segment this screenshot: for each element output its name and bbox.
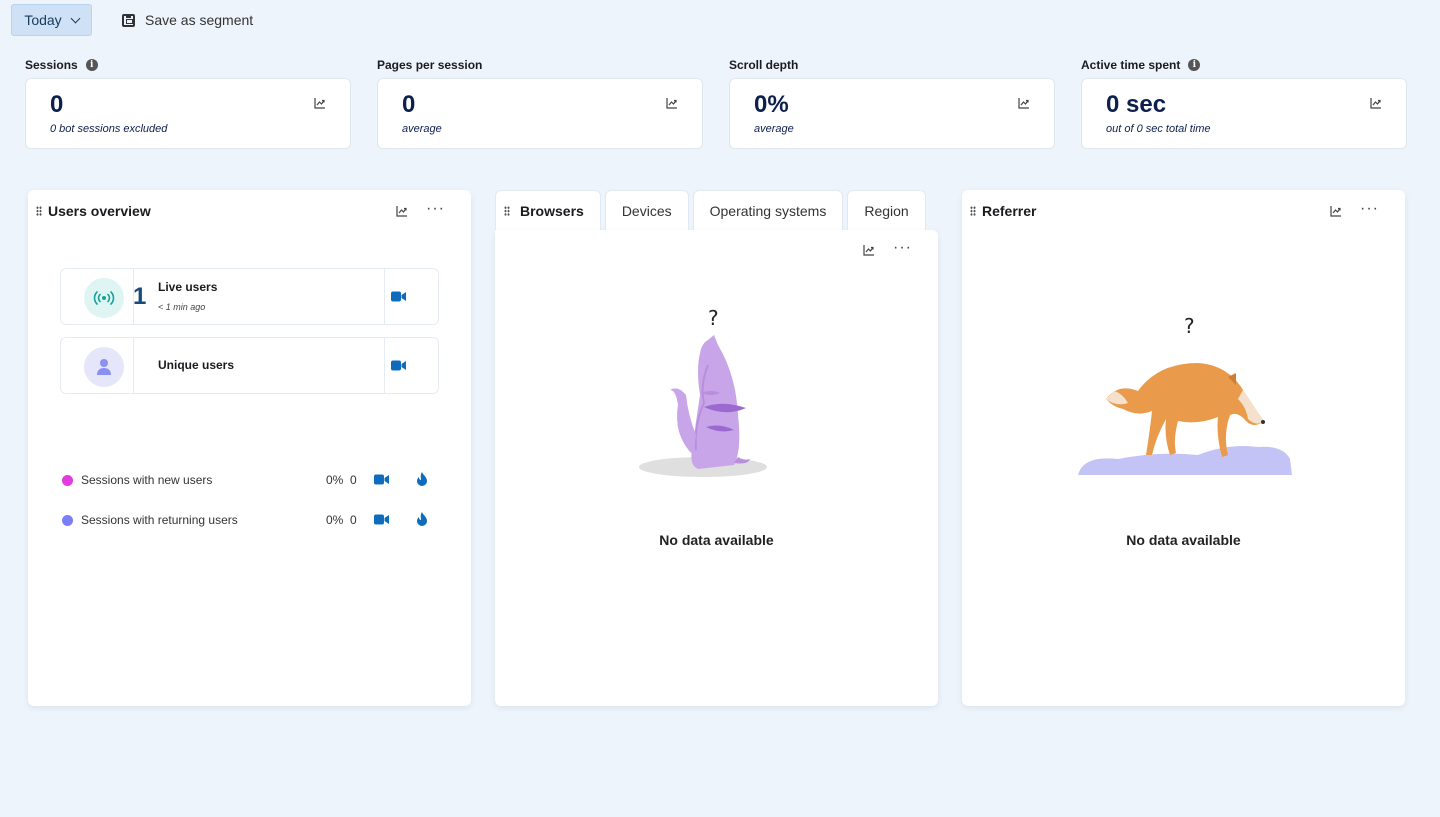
- row-divider: [384, 269, 385, 324]
- legend-count: 0: [350, 513, 357, 527]
- panel-header: Users overview ···: [28, 190, 471, 232]
- metric-card: 0 sec out of 0 sec total time: [1081, 78, 1407, 149]
- referrer-panel: Referrer ··· ? No data available: [962, 190, 1405, 706]
- metric-value: 0: [402, 91, 416, 118]
- legend-percent: 0%: [326, 473, 344, 487]
- drag-grip-icon[interactable]: [504, 205, 510, 216]
- metric-value: 0%: [754, 91, 789, 118]
- video-camera-icon[interactable]: [391, 291, 406, 302]
- toolbar: Today Save as segment: [11, 4, 253, 36]
- legend-count: 0: [350, 473, 357, 487]
- metric-title-text: Scroll depth: [729, 58, 799, 72]
- date-range-dropdown[interactable]: Today: [11, 4, 92, 36]
- legend-label: Sessions with new users: [81, 473, 213, 487]
- panel-title: Users overview: [48, 203, 151, 219]
- row-divider: [133, 338, 134, 393]
- metric-sessions: Sessions i 0 0 bot sessions excluded: [25, 58, 351, 149]
- metric-title: Scroll depth: [729, 58, 1055, 72]
- row-divider: [384, 338, 385, 393]
- metric-sub: average: [402, 123, 442, 135]
- trend-chart-icon[interactable]: [1330, 205, 1342, 217]
- metric-sub: average: [754, 123, 794, 135]
- metric-scroll-depth: Scroll depth 0% average: [729, 58, 1055, 149]
- metric-title-text: Sessions: [25, 58, 78, 72]
- video-camera-icon[interactable]: [374, 474, 389, 485]
- video-camera-icon[interactable]: [391, 360, 406, 371]
- users-overview-panel: Users overview ··· 1 Live users < 1 min …: [28, 190, 471, 706]
- trend-chart-icon[interactable]: [314, 97, 326, 109]
- metric-sub: 0 bot sessions excluded: [50, 123, 168, 135]
- drag-grip-icon[interactable]: [970, 206, 976, 216]
- metric-active-time: Active time spent i 0 sec out of 0 sec to…: [1081, 58, 1407, 149]
- panel-header: Referrer ···: [962, 190, 1405, 232]
- metric-card: 0 0 bot sessions excluded: [25, 78, 351, 149]
- legend-returning-users: Sessions with returning users 0% 0: [62, 512, 442, 528]
- legend-label: Sessions with returning users: [81, 513, 238, 527]
- live-users-row: 1 Live users < 1 min ago: [60, 268, 439, 325]
- metric-pages-per-session: Pages per session 0 average: [377, 58, 703, 149]
- live-users-count: 1: [133, 283, 147, 310]
- tab-label: Region: [864, 202, 909, 219]
- metric-title: Pages per session: [377, 58, 703, 72]
- tab-label: Operating systems: [709, 202, 827, 219]
- tab-label: Devices: [621, 202, 672, 219]
- more-dots-icon[interactable]: ···: [1360, 201, 1379, 217]
- tab-label: Browsers: [520, 202, 584, 219]
- user-icon: [84, 347, 124, 387]
- floppy-disk-icon: [122, 13, 135, 27]
- empty-state-message: No data available: [659, 532, 774, 548]
- trend-chart-icon[interactable]: [1018, 97, 1030, 109]
- cat-illustration: [639, 335, 767, 477]
- tech-tabs: Browsers Devices Operating systems Regio…: [495, 190, 926, 230]
- legend-dot: [62, 514, 73, 526]
- tab-devices[interactable]: Devices: [604, 190, 689, 230]
- legend-new-users: Sessions with new users 0% 0: [62, 472, 442, 488]
- metric-title: Active time spent i: [1081, 58, 1407, 72]
- chevron-down-icon: [70, 13, 81, 23]
- live-users-timestamp: < 1 min ago: [158, 302, 206, 312]
- question-mark: ?: [708, 306, 719, 330]
- live-users-label: Live users: [158, 280, 218, 294]
- legend-percent: 0%: [326, 513, 344, 527]
- trend-chart-icon[interactable]: [666, 97, 678, 109]
- metric-sub: out of 0 sec total time: [1106, 123, 1211, 135]
- date-range-label: Today: [24, 12, 62, 28]
- more-dots-icon[interactable]: ···: [893, 240, 912, 256]
- drag-grip-icon[interactable]: [36, 206, 42, 216]
- fox-illustration: [1078, 363, 1292, 475]
- metric-title: Sessions i: [25, 58, 351, 72]
- info-icon[interactable]: i: [85, 59, 98, 71]
- panel-title: Referrer: [982, 203, 1037, 219]
- metric-card: 0% average: [729, 78, 1055, 149]
- info-icon[interactable]: i: [1188, 59, 1201, 71]
- panel-actions: ···: [863, 240, 912, 256]
- save-segment-label: Save as segment: [145, 12, 254, 28]
- live-broadcast-icon: [84, 278, 124, 318]
- trend-chart-icon[interactable]: [396, 205, 408, 217]
- save-segment-button[interactable]: Save as segment: [112, 12, 253, 28]
- trend-chart-icon[interactable]: [863, 244, 875, 256]
- empty-state-message: No data available: [1126, 532, 1241, 548]
- tab-browsers[interactable]: Browsers: [495, 190, 601, 230]
- browsers-panel: ··· ? No data available: [495, 230, 938, 706]
- trend-chart-icon[interactable]: [1370, 97, 1382, 109]
- flame-icon[interactable]: [416, 472, 428, 487]
- flame-icon[interactable]: [416, 512, 428, 527]
- tab-operating-systems[interactable]: Operating systems: [692, 190, 844, 230]
- unique-users-row: Unique users: [60, 337, 439, 394]
- video-camera-icon[interactable]: [374, 514, 389, 525]
- metric-title-text: Active time spent: [1081, 58, 1181, 72]
- unique-users-label: Unique users: [158, 358, 235, 372]
- metric-value: 0 sec: [1106, 91, 1167, 118]
- legend-dot: [62, 474, 73, 486]
- question-mark: ?: [1184, 314, 1195, 338]
- panel-actions: ···: [396, 201, 445, 217]
- more-dots-icon[interactable]: ···: [426, 201, 445, 217]
- metric-title-text: Pages per session: [377, 58, 483, 72]
- tab-region[interactable]: Region: [847, 190, 926, 230]
- metric-value: 0: [50, 91, 64, 118]
- panel-actions: ···: [1330, 201, 1379, 217]
- metric-card: 0 average: [377, 78, 703, 149]
